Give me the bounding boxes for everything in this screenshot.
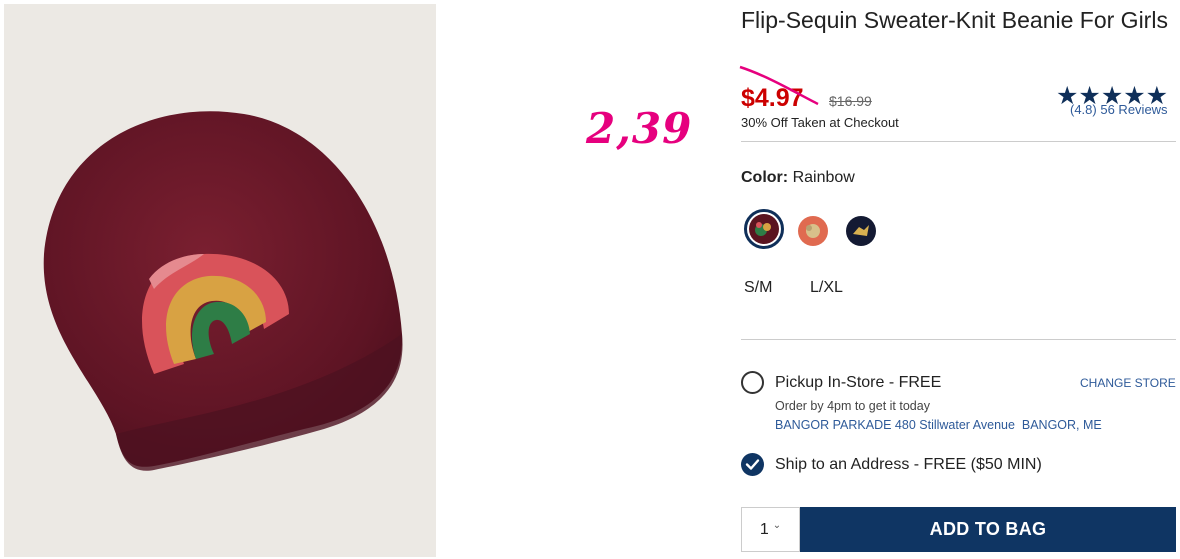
quantity-select[interactable]: 1 ⌄: [741, 507, 800, 552]
ship-label[interactable]: Ship to an Address - FREE ($50 MIN): [775, 456, 1042, 474]
pickup-radio[interactable]: [741, 371, 764, 394]
rating-score: (4.8): [1070, 102, 1097, 117]
coral-swatch-icon: [798, 216, 828, 246]
pickup-order-note: Order by 4pm to get it today: [775, 399, 930, 413]
regular-price: $16.99: [829, 93, 872, 109]
strike-through-mark: [739, 65, 819, 106]
navy-swatch-icon: [846, 216, 876, 246]
color-swatch-navy[interactable]: [846, 216, 876, 246]
color-swatch-coral[interactable]: [798, 216, 828, 246]
rating-text[interactable]: (4.8) 56 Reviews: [1070, 102, 1168, 117]
color-label: Color:: [741, 169, 789, 186]
product-image: [4, 4, 436, 557]
size-option-lxl[interactable]: L/XL: [810, 279, 843, 297]
checkout-discount-note: 30% Off Taken at Checkout: [741, 115, 899, 130]
beanie-illustration: [4, 4, 436, 557]
reviews-count: 56 Reviews: [1100, 102, 1168, 117]
rating-summary[interactable]: ★★★★★ (4.8) 56 Reviews: [1056, 83, 1176, 119]
add-to-bag-button[interactable]: ADD TO BAG: [800, 507, 1176, 552]
ship-radio[interactable]: [741, 453, 764, 476]
quantity-value: 1: [759, 520, 769, 538]
color-swatch-rainbow[interactable]: [749, 214, 779, 244]
size-option-sm[interactable]: S/M: [744, 279, 772, 297]
store-address-link[interactable]: BANGOR PARKADE 480 Stillwater Avenue BAN…: [775, 418, 1102, 432]
divider: [741, 141, 1176, 142]
chevron-down-icon: ⌄: [772, 520, 782, 531]
color-selector-label: Color: Rainbow: [741, 169, 855, 187]
rainbow-swatch-icon: [749, 214, 779, 244]
pickup-label[interactable]: Pickup In-Store - FREE: [775, 374, 941, 392]
product-title: Flip-Sequin Sweater-Knit Beanie For Girl…: [741, 7, 1168, 33]
divider: [741, 339, 1176, 340]
checkmark-icon: [745, 459, 760, 470]
annotated-sale-price: 2,39: [586, 104, 693, 153]
selected-color-name: Rainbow: [792, 169, 855, 186]
change-store-link[interactable]: CHANGE STORE: [1080, 376, 1176, 390]
